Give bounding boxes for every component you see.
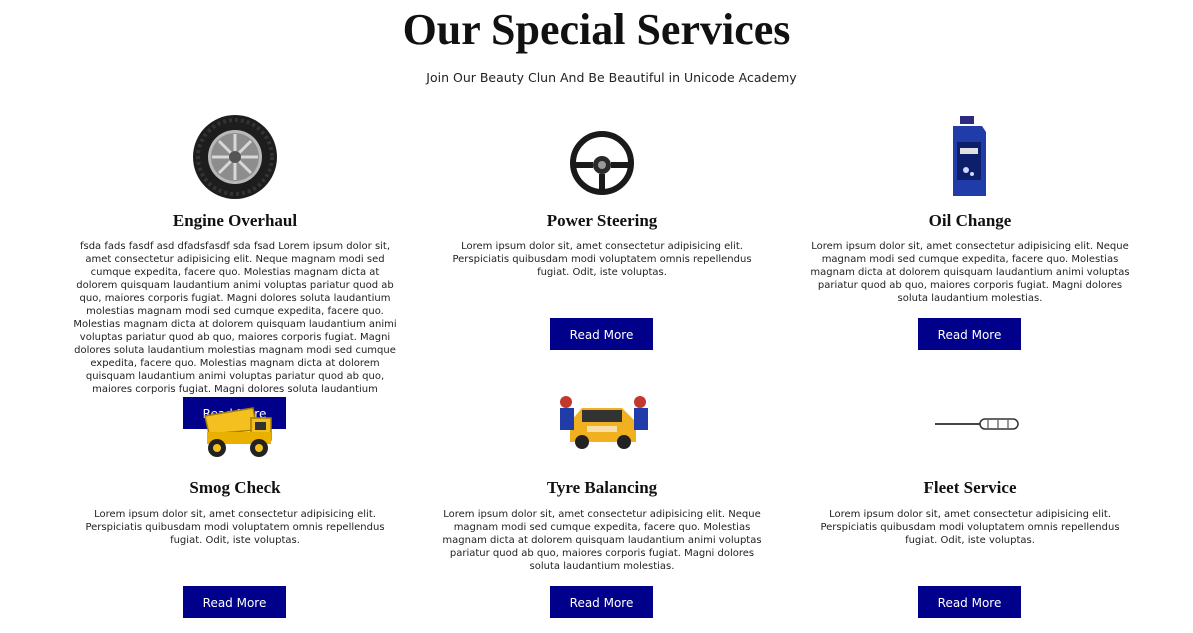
card-title: Oil Change [928, 211, 1012, 230]
card-description: Lorem ipsum dolor sit, amet consectetur … [452, 241, 752, 278]
page-subtitle: Join Our Beauty Clun And Be Beautiful in… [426, 70, 797, 85]
card-description: Lorem ipsum dolor sit, amet consectetur … [442, 509, 762, 572]
card-description: Lorem ipsum dolor sit, amet consectetur … [820, 509, 1120, 546]
read-more-button[interactable]: Read More [183, 586, 286, 618]
tyre-icon [185, 112, 285, 202]
page-title: Our Special Services [402, 5, 791, 54]
mechanics-car-icon [552, 384, 652, 474]
oil-bottle-icon [920, 112, 1020, 202]
toy-truck-icon [185, 388, 285, 478]
steering-wheel-icon [552, 118, 652, 208]
card-title: Tyre Balancing [546, 478, 658, 497]
card-title: Fleet Service [923, 478, 1017, 497]
card-description: Lorem ipsum dolor sit, amet consectetur … [810, 241, 1130, 304]
card-title: Power Steering [546, 211, 658, 230]
read-more-button[interactable]: Read More [918, 586, 1021, 618]
read-more-button[interactable]: Read More [918, 318, 1021, 350]
card-title: Engine Overhaul [172, 211, 298, 230]
card-description: Lorem ipsum dolor sit, amet consectetur … [85, 509, 385, 546]
card-description: fsda fads fasdf asd dfadsfasdf sda fsad … [73, 241, 397, 408]
read-more-button[interactable]: Read More [550, 586, 653, 618]
card-title: Smog Check [189, 478, 281, 497]
screwdriver-icon [920, 384, 1020, 474]
read-more-button[interactable]: Read More [550, 318, 653, 350]
